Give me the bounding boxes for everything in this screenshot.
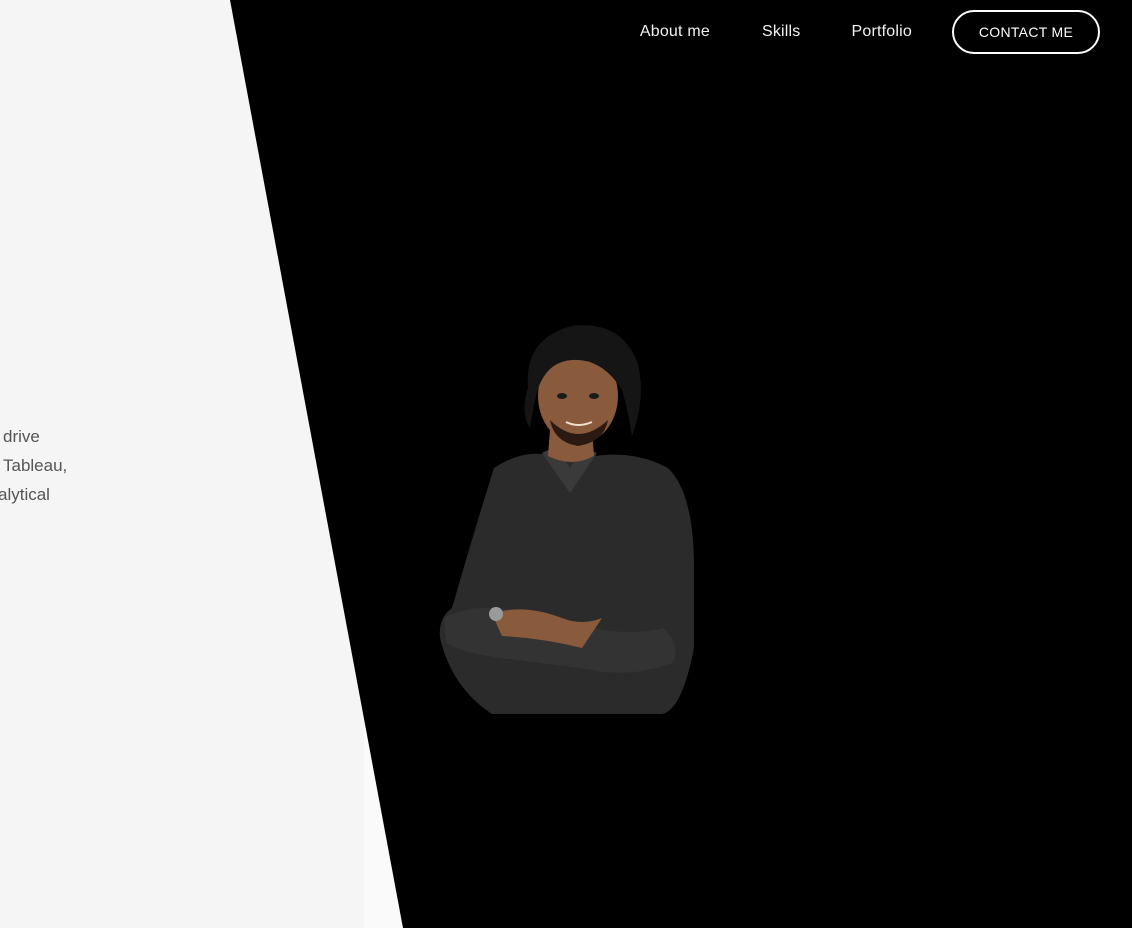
hero-intro-text: drive Tableau, alytical (0, 422, 120, 509)
intro-line: Tableau, (3, 456, 68, 475)
contact-me-button[interactable]: CONTACT ME (952, 10, 1100, 54)
profile-portrait-image (432, 318, 698, 714)
person-portrait-icon (439, 325, 694, 714)
nav-link-about-me[interactable]: About me (640, 23, 710, 41)
nav-link-portfolio[interactable]: Portfolio (852, 23, 913, 41)
nav-link-skills[interactable]: Skills (762, 23, 801, 41)
intro-line: alytical (0, 485, 50, 504)
intro-line: drive (3, 427, 40, 446)
main-navigation: About me Skills Portfolio CONTACT ME (640, 10, 1100, 54)
